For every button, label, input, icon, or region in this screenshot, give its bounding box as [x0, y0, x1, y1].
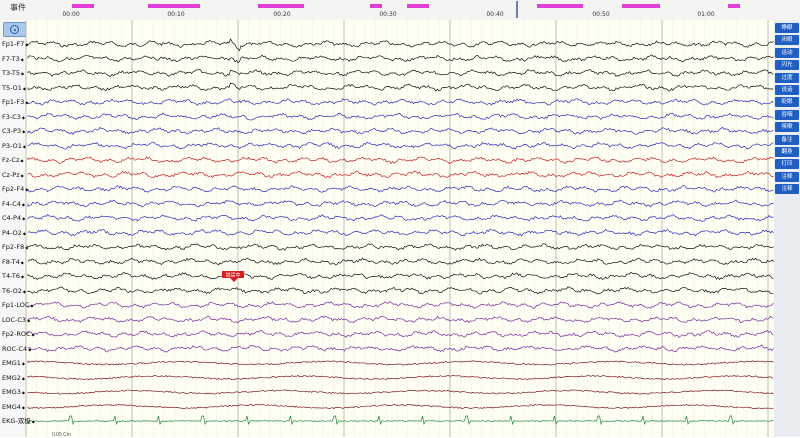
- channel-label[interactable]: LOC-C3◆: [2, 316, 30, 325]
- channel-marker-icon: ◆: [22, 85, 26, 91]
- channel-marker-icon: ◆: [20, 274, 25, 279]
- channel-label[interactable]: C4-P4◆: [2, 214, 25, 223]
- channel-label[interactable]: Fp1-LOC◆: [2, 301, 33, 310]
- channel-label[interactable]: F3-C3◆: [2, 113, 25, 122]
- channel-label[interactable]: Fp2-F4◆: [2, 185, 28, 194]
- channel-marker-icon: ◆: [31, 332, 35, 337]
- scale-readout: 0.05 Cm: [52, 432, 71, 438]
- annotation-button[interactable]: 咳嗽: [775, 122, 799, 133]
- channel-label[interactable]: Fp1-F3◆: [2, 98, 28, 107]
- channel-marker-icon: ◆: [27, 317, 31, 323]
- annotation-button-panel: 睁眼 闭眼 运动 闪光 过度 说话 眨眼 吞咽 咳嗽 备注 翻身 打印 注释 注释: [774, 20, 800, 437]
- channel-marker-icon: ◆: [25, 42, 29, 47]
- annotation-button[interactable]: 吞咽: [775, 109, 799, 120]
- channel-marker-icon: ◆: [22, 288, 26, 294]
- annotation-button[interactable]: 注释: [775, 171, 799, 182]
- channel-marker-icon: ◆: [25, 100, 29, 105]
- channel-label[interactable]: Fp2-ROC◆: [2, 330, 35, 339]
- channel-marker-icon: ◆: [20, 259, 24, 265]
- channel-marker-icon: ◆: [21, 201, 25, 207]
- channel-label[interactable]: T6-O2◆: [2, 287, 26, 296]
- annotation-button[interactable]: 眨眼: [775, 97, 799, 108]
- channel-label[interactable]: T5-O1◆: [2, 84, 26, 93]
- annotation-button[interactable]: 注释: [775, 184, 799, 195]
- channel-marker-icon: ◆: [20, 172, 24, 178]
- channel-marker-icon: ◆: [20, 158, 24, 163]
- channel-marker-icon: ◆: [28, 346, 32, 352]
- annotation-button[interactable]: 翻身: [775, 147, 799, 157]
- channel-marker-icon: ◆: [21, 375, 25, 381]
- channel-label[interactable]: P4-O2◆: [2, 229, 26, 238]
- channel-label[interactable]: Fz-Cz◆: [2, 156, 24, 165]
- channel-label[interactable]: T3-T5◆: [2, 69, 24, 78]
- channel-marker-icon: ◆: [21, 390, 25, 395]
- channel-marker-icon: ◆: [21, 114, 25, 120]
- channel-marker-icon: ◆: [22, 230, 26, 236]
- annotation-button[interactable]: 闭眼: [775, 35, 799, 46]
- annotation-button[interactable]: 运动: [775, 47, 799, 58]
- channel-label[interactable]: EMG1◆: [2, 359, 25, 368]
- channel-label[interactable]: C3-P3◆: [2, 127, 25, 136]
- event-marker-tag[interactable]: 说话中: [222, 271, 244, 282]
- channel-label[interactable]: F8-T4◆: [2, 258, 24, 267]
- channel-label[interactable]: F7-T3◆: [2, 55, 24, 64]
- channel-marker-icon: ◆: [30, 303, 34, 308]
- channel-label[interactable]: ROC-C4◆: [2, 345, 31, 354]
- channel-marker-icon: ◆: [22, 216, 26, 221]
- channel-label[interactable]: F4-C4◆: [2, 200, 25, 209]
- channel-label[interactable]: EMG3◆: [2, 388, 25, 397]
- channel-marker-icon: ◆: [20, 71, 25, 76]
- channel-label[interactable]: EMG4◆: [2, 403, 25, 412]
- channel-marker-icon: ◆: [25, 187, 29, 192]
- channel-label[interactable]: P3-O1◆: [2, 142, 26, 151]
- channel-marker-icon: ◆: [20, 56, 24, 62]
- annotation-button[interactable]: 闪光: [775, 60, 799, 71]
- channel-label[interactable]: Fp2-F8◆: [2, 243, 28, 252]
- annotation-button[interactable]: 睁眼: [775, 23, 799, 33]
- channel-label[interactable]: Cz-Pz◆: [2, 171, 24, 180]
- channel-label[interactable]: EMG2◆: [2, 374, 25, 383]
- channel-marker-icon: ◆: [22, 129, 26, 134]
- channel-marker-icon: ◆: [21, 404, 25, 410]
- channel-marker-icon: ◆: [22, 143, 26, 149]
- channel-marker-icon: ◆: [21, 361, 25, 366]
- channel-marker-icon: ◆: [31, 419, 35, 424]
- channel-label[interactable]: EKG-双极◆: [2, 417, 35, 426]
- annotation-button[interactable]: 备注: [775, 134, 799, 145]
- annotation-button[interactable]: 打印: [775, 159, 799, 170]
- annotation-button[interactable]: 说话: [775, 85, 799, 95]
- event-marker-text: 说话中: [225, 272, 240, 279]
- channel-label[interactable]: T4-T6◆: [2, 272, 24, 281]
- channel-label[interactable]: Fp1-F7◆: [2, 40, 28, 49]
- annotation-button[interactable]: 过度: [775, 72, 799, 83]
- channel-marker-icon: ◆: [25, 245, 29, 250]
- eeg-waveforms: 说话中: [25, 20, 774, 437]
